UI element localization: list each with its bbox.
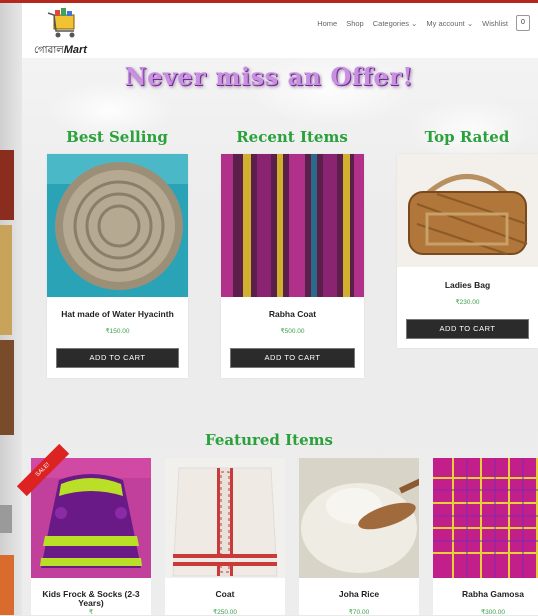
product-card-top-rated[interactable]: Ladies Bag ₹230.00 ADD TO CART	[397, 154, 538, 348]
product-card-recent-items[interactable]: Rabha Coat ₹500.00 ADD TO CART	[221, 154, 364, 378]
main-nav: Home Shop Categories ⌄ My account ⌄ Wish…	[308, 15, 530, 31]
product-card-best-selling[interactable]: Hat made of Water Hyacinth ₹150.00 ADD T…	[47, 154, 188, 378]
featured-items-title: Featured Items	[205, 431, 333, 449]
best-selling-title: Best Selling	[66, 128, 168, 146]
chevron-down-icon: ⌄	[466, 18, 474, 28]
nav-home[interactable]: Home	[317, 19, 337, 28]
left-photo-strip	[0, 0, 22, 615]
product-price: ₹150.00	[105, 328, 130, 335]
product-name[interactable]: Hat made of Water Hyacinth	[47, 309, 188, 319]
hero-title: Never miss an Offer!	[124, 62, 414, 91]
nav-shop[interactable]: Shop	[346, 19, 364, 28]
featured-item-card[interactable]: Joha Rice ₹70.00	[299, 458, 419, 616]
joha-rice-product-image[interactable]	[299, 458, 419, 578]
recent-items-title: Recent Items	[236, 128, 348, 146]
product-price: ₹500.00	[280, 328, 305, 335]
add-to-cart-button[interactable]: ADD TO CART	[230, 348, 355, 368]
product-name[interactable]: Kids Frock & Socks (2-3 Years)	[31, 590, 151, 608]
rabha-gamosa-product-image[interactable]	[433, 458, 538, 578]
site-logo[interactable]: গোৱালMart	[28, 7, 98, 56]
coat-product-image[interactable]	[165, 458, 285, 578]
product-name[interactable]: Rabha Gamosa	[433, 590, 538, 599]
product-price: ₹230.00	[455, 299, 480, 306]
product-name[interactable]: Joha Rice	[299, 590, 419, 599]
ladies-bag-product-image[interactable]	[397, 154, 538, 267]
logo-wordmark: গোৱালMart	[34, 44, 87, 56]
nav-my-account[interactable]: My account ⌄	[426, 19, 473, 28]
cart-count-button[interactable]: 0	[516, 15, 530, 31]
cart-logo-icon	[47, 8, 75, 38]
add-to-cart-button[interactable]: ADD TO CART	[56, 348, 179, 368]
hat-product-image[interactable]	[47, 154, 188, 297]
chevron-down-icon: ⌄	[411, 18, 418, 28]
product-name[interactable]: Rabha Coat	[221, 309, 364, 319]
product-name[interactable]: Ladies Bag	[397, 280, 538, 290]
add-to-cart-button[interactable]: ADD TO CART	[406, 319, 529, 339]
nav-categories[interactable]: Categories ⌄	[373, 19, 418, 28]
product-name[interactable]: Coat	[165, 590, 285, 599]
featured-item-card[interactable]: Rabha Gamosa ₹300.00	[433, 458, 538, 616]
top-rated-title: Top Rated	[424, 128, 510, 146]
featured-item-card[interactable]: Coat ₹250.00	[165, 458, 285, 616]
nav-wishlist[interactable]: Wishlist	[482, 19, 508, 28]
site-header: গোৱালMart Home Shop Categories ⌄ My acco…	[22, 3, 538, 58]
rabha-coat-product-image[interactable]	[221, 154, 364, 297]
featured-item-card[interactable]: SALE! Kids Frock & Socks (2-3 Years) ₹	[16, 443, 151, 616]
kids-frock-product-image[interactable]	[31, 458, 151, 578]
